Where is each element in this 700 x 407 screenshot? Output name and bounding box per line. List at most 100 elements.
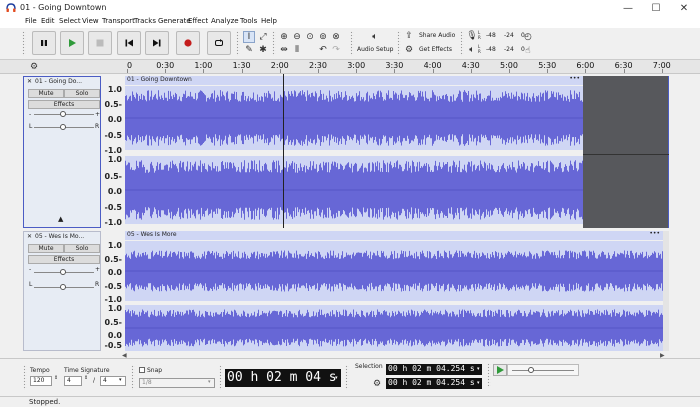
- menu-tracks[interactable]: Tracks: [134, 17, 156, 25]
- solo-button[interactable]: Solo: [64, 244, 100, 253]
- selection-grip[interactable]: [345, 365, 349, 390]
- pan-slider-knob[interactable]: [60, 124, 66, 130]
- rec-meter-level-icon[interactable]: ◴: [522, 31, 534, 43]
- track-1-control-panel[interactable]: ✕ 01 - Going Do... Mute Solo Effects - +…: [23, 76, 101, 228]
- selection-start-time[interactable]: 00 h 02 m 04.254 s: [386, 364, 482, 375]
- zoom-in-icon[interactable]: ⊕: [278, 31, 290, 43]
- skip-to-start-button[interactable]: [117, 31, 141, 55]
- tools-grip[interactable]: [236, 31, 240, 56]
- track-1-clip[interactable]: 01 - Going Downtown •••: [125, 75, 583, 228]
- track-2-header[interactable]: ✕ 05 - Wes Is Mo...: [24, 232, 100, 242]
- menu-tools[interactable]: Tools: [240, 17, 257, 25]
- share-audio-button[interactable]: ⇪ Share Audio: [403, 30, 455, 42]
- close-track-icon[interactable]: ✕: [27, 78, 32, 85]
- clip-header[interactable]: 05 - Wes Is More •••: [125, 230, 663, 240]
- menu-effect[interactable]: Effect: [188, 17, 208, 25]
- menu-file[interactable]: File: [25, 17, 37, 25]
- track-1-name[interactable]: 01 - Going Do...: [35, 78, 82, 85]
- selection-start-chevron-icon[interactable]: ▾: [477, 366, 480, 372]
- meter-grip[interactable]: [460, 31, 464, 56]
- skip-to-end-button[interactable]: [145, 31, 169, 55]
- multi-tool-icon[interactable]: ✱: [257, 44, 269, 56]
- menu-select[interactable]: Select: [59, 17, 81, 25]
- play-at-speed-grip[interactable]: [487, 363, 491, 388]
- snap-to-select[interactable]: 1/8: [139, 378, 215, 388]
- draw-tool-icon[interactable]: ✎: [243, 44, 255, 56]
- snap-grip[interactable]: [131, 365, 135, 390]
- gain-slider-knob[interactable]: [60, 111, 66, 117]
- track-2-name[interactable]: 05 - Wes Is Mo...: [35, 233, 84, 240]
- time-sig-denominator[interactable]: 4: [100, 376, 126, 386]
- play-button[interactable]: [60, 31, 84, 55]
- menu-help[interactable]: Help: [261, 17, 277, 25]
- speed-slider-knob[interactable]: [528, 367, 534, 373]
- zoom-toggle-icon[interactable]: ⊗: [330, 31, 342, 43]
- timeline-options-gear-icon[interactable]: ⚙: [28, 61, 40, 73]
- silence-icon[interactable]: ⫴: [291, 44, 303, 56]
- menu-edit[interactable]: Edit: [41, 17, 55, 25]
- solo-button[interactable]: Solo: [64, 89, 100, 98]
- selection-options-gear-icon[interactable]: ⚙: [371, 378, 383, 390]
- gain-slider-knob[interactable]: [60, 269, 66, 275]
- stop-button[interactable]: [88, 31, 112, 55]
- zoom-out-icon[interactable]: ⊖: [291, 31, 303, 43]
- track-1-empty-area[interactable]: [583, 76, 669, 228]
- left-channel-waveform[interactable]: [125, 241, 663, 301]
- undo-icon[interactable]: ↶: [317, 44, 329, 56]
- time-format-chevron-icon[interactable]: ▾: [335, 375, 338, 381]
- get-effects-button[interactable]: ⚙ Get Effects: [403, 44, 455, 56]
- timeline-ruler[interactable]: ⚙ 0 0:30 1:00 1:30 2:00 2:30 3:00 3:30 4:00 4:30 5…: [0, 60, 700, 74]
- pause-button[interactable]: [32, 31, 56, 55]
- time-grip[interactable]: [219, 365, 223, 390]
- selection-tool-icon[interactable]: I: [243, 31, 255, 43]
- effects-button[interactable]: Effects: [28, 100, 100, 109]
- time-sig-numerator-spin-icon[interactable]: ⇕: [84, 375, 88, 381]
- playback-speed-slider[interactable]: [507, 364, 579, 376]
- audio-setup-button[interactable]: 🔈︎ Audio Setup: [356, 30, 394, 57]
- zoom-fit-icon[interactable]: ⊚: [317, 31, 329, 43]
- envelope-tool-icon[interactable]: ⤢: [257, 31, 269, 43]
- time-display[interactable]: 00 h 02 m 04 s: [225, 369, 341, 387]
- audio-setup-grip[interactable]: [350, 31, 354, 56]
- mute-button[interactable]: Mute: [28, 244, 64, 253]
- close-track-icon[interactable]: ✕: [27, 233, 32, 240]
- track-2-clip[interactable]: 05 - Wes Is More •••: [125, 230, 663, 351]
- snap-checkbox[interactable]: [139, 367, 145, 373]
- trim-icon[interactable]: ⇹: [278, 44, 290, 56]
- tempo-spin-icon[interactable]: ⇕: [54, 375, 58, 381]
- right-channel-waveform[interactable]: [125, 305, 663, 351]
- zoom-selection-icon[interactable]: ⊙: [304, 31, 316, 43]
- tempo-input[interactable]: 120: [30, 376, 52, 386]
- collapse-track-icon[interactable]: ▲: [58, 215, 63, 223]
- minimize-button[interactable]: —: [614, 0, 642, 16]
- edit-grip[interactable]: [272, 31, 276, 56]
- clip-header[interactable]: 01 - Going Downtown •••: [125, 75, 583, 85]
- menu-analyze[interactable]: Analyze: [211, 17, 239, 25]
- track-2-control-panel[interactable]: ✕ 05 - Wes Is Mo... Mute Solo Effects - …: [23, 231, 101, 351]
- track-1-header[interactable]: ✕ 01 - Going Do...: [24, 77, 100, 87]
- play-meter-hand-icon[interactable]: ☝: [522, 45, 534, 57]
- clip-menu-icon[interactable]: •••: [649, 230, 660, 237]
- right-channel-waveform[interactable]: [125, 156, 583, 224]
- selection-end-chevron-icon[interactable]: ▾: [477, 380, 480, 386]
- time-sig-numerator[interactable]: 4: [64, 376, 82, 386]
- menu-transport[interactable]: Transport: [102, 17, 135, 25]
- left-channel-waveform[interactable]: [125, 86, 583, 150]
- menu-generate[interactable]: Generate: [158, 17, 191, 25]
- effects-button[interactable]: Effects: [28, 255, 100, 264]
- menu-view[interactable]: View: [82, 17, 99, 25]
- pan-slider-knob[interactable]: [60, 284, 66, 290]
- tempo-grip[interactable]: [23, 365, 27, 390]
- vertical-scrollbar[interactable]: [663, 231, 669, 351]
- loop-button[interactable]: [207, 31, 231, 55]
- selection-end-time[interactable]: 00 h 02 m 04.254 s: [386, 378, 482, 389]
- mute-button[interactable]: Mute: [28, 89, 64, 98]
- maximize-button[interactable]: ☐: [642, 0, 670, 16]
- play-at-speed-button[interactable]: [493, 364, 507, 376]
- toolbar-grip[interactable]: [22, 31, 26, 56]
- share-grip[interactable]: [397, 31, 401, 56]
- close-button[interactable]: ✕: [670, 0, 698, 16]
- clip-menu-icon[interactable]: •••: [569, 75, 580, 82]
- record-button[interactable]: [176, 31, 200, 55]
- redo-icon[interactable]: ↷: [330, 44, 342, 56]
